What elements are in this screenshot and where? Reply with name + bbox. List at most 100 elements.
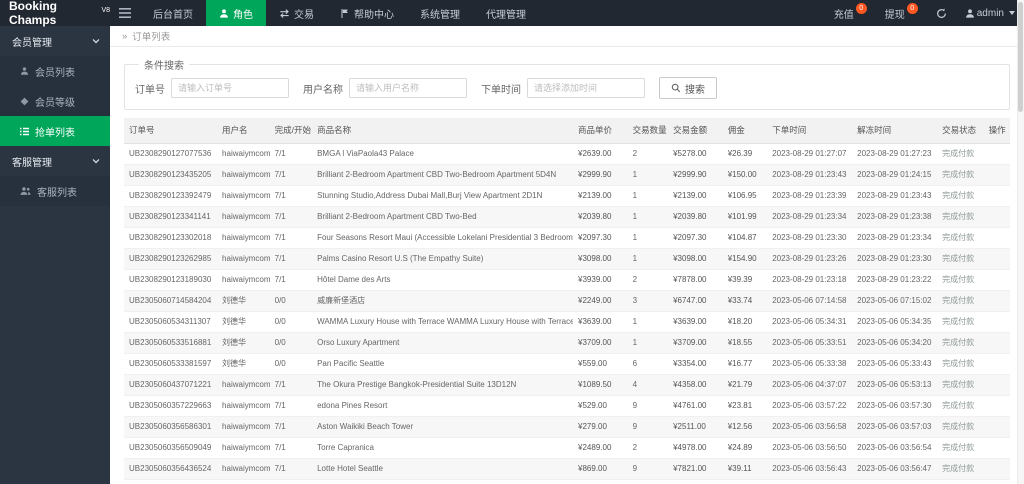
- flag-icon: [340, 8, 350, 19]
- cell-unit-price: ¥2097.30: [573, 227, 628, 249]
- cell-unit-price: ¥559.00: [573, 353, 628, 375]
- col-header-progress: 完成/开始: [269, 118, 313, 144]
- cell-product-name: Palms Casino Resort U.S (The Empathy Sui…: [312, 248, 574, 270]
- cell-progress: 7/1: [269, 374, 313, 396]
- refresh-button[interactable]: [927, 0, 956, 26]
- table-row: UB2308290123392479 haiwaiymcom 7/1 Stunn…: [124, 185, 1010, 207]
- cell-amount: ¥2999.90: [668, 164, 723, 186]
- main-content: » 订单列表 条件搜索 订单号 用户名称 下单时间 搜索: [110, 26, 1024, 484]
- cell-product-name: edona Pines Resort: [312, 395, 574, 417]
- cell-quantity: 1: [627, 206, 669, 228]
- cell-unit-price: ¥2139.00: [573, 185, 628, 207]
- hamburger-icon: [119, 8, 131, 18]
- cell-quantity: 2: [627, 269, 669, 291]
- table-row: UB2305060356586301 haiwaiymcom 7/1 Aston…: [124, 416, 1010, 438]
- cell-commission: ¥16.77: [722, 353, 768, 375]
- cell-unfreeze-time: 2023-05-06 05:53:13: [852, 374, 938, 396]
- sidebar-item-service-list[interactable]: 客服列表: [0, 176, 110, 206]
- breadcrumb-arrow-icon: »: [122, 30, 128, 42]
- cell-status: 完成付款: [937, 248, 984, 270]
- cell-unfreeze-time: 2023-05-06 05:34:35: [852, 311, 938, 333]
- table-row: UB2308290127077536 haiwaiymcom 7/1 BMGA …: [124, 143, 1010, 165]
- cell-unit-price: ¥1089.50: [573, 374, 628, 396]
- withdraw-link[interactable]: 提现 0: [876, 0, 927, 26]
- cell-order-id: UB2305060534311307: [124, 311, 218, 333]
- cell-action: [983, 269, 1010, 291]
- cell-progress: 7/1: [269, 416, 313, 438]
- cell-action: [983, 164, 1010, 186]
- cell-product-name: Brilliant 2-Bedroom Apartment CBD Two-Be…: [312, 164, 574, 186]
- recharge-badge: 0: [855, 2, 867, 14]
- nav-item-agent[interactable]: 代理管理: [473, 0, 539, 26]
- cell-product-name: Pan Pacific Seattle: [312, 353, 574, 375]
- vertical-scrollbar[interactable]: [1017, 0, 1024, 484]
- cell-progress: 7/1: [269, 437, 313, 459]
- cell-unfreeze-time: 2023-08-29 01:23:30: [852, 248, 938, 270]
- breadcrumb: » 订单列表: [110, 26, 1024, 47]
- order-no-input[interactable]: [171, 78, 289, 98]
- nav-item-help-center[interactable]: 帮助中心: [327, 0, 407, 26]
- cell-order-id: UB2305060356586301: [124, 416, 218, 438]
- cell-commission: ¥23.81: [722, 395, 768, 417]
- cell-quantity: 1: [627, 311, 669, 333]
- sidebar-item-member-level[interactable]: 会员等级: [0, 86, 110, 116]
- scrollbar-thumb[interactable]: [1018, 2, 1023, 112]
- nav-item-roles[interactable]: 角色: [206, 0, 266, 26]
- sidebar-item-member-list[interactable]: 会员列表: [0, 56, 110, 86]
- sidebar-item-label: 客服列表: [37, 187, 77, 199]
- order-no-label: 订单号: [135, 84, 165, 96]
- table-row: UB2308290123435205 haiwaiymcom 7/1 Brill…: [124, 164, 1010, 186]
- nav-item-dashboard[interactable]: 后台首页: [140, 0, 206, 26]
- sidebar-toggle-button[interactable]: [110, 0, 140, 26]
- order-time-input[interactable]: [527, 78, 645, 98]
- search-panel: 条件搜索 订单号 用户名称 下单时间 搜索: [124, 57, 1010, 110]
- cell-username: 刘德华: [217, 332, 270, 354]
- brand-version: V8: [101, 6, 110, 14]
- col-header-quantity: 交易数量: [627, 118, 669, 144]
- sidebar-item-order-grab-list[interactable]: 抢单列表: [0, 116, 110, 146]
- cell-status: 完成付款: [937, 164, 984, 186]
- cell-product-name: Stunning Studio,Address Dubai Mall,Burj …: [312, 185, 574, 207]
- cell-username: haiwaiymcom: [217, 206, 270, 228]
- cell-action: [983, 416, 1010, 438]
- top-nav: 后台首页 角色 交易 帮助中心 系统管理 代理管理: [140, 0, 539, 26]
- cell-action: [983, 227, 1010, 249]
- top-bar: Booking Champs V8 后台首页 角色 交易 帮助中心 系统管理 代…: [0, 0, 1024, 27]
- cell-progress: 7/1: [269, 143, 313, 165]
- user-icon: [219, 8, 229, 19]
- cell-order-time: 2023-05-06 03:56:58: [767, 416, 853, 438]
- search-button[interactable]: 搜索: [659, 77, 717, 99]
- sidebar-group-member-management[interactable]: 会员管理: [0, 26, 110, 56]
- cell-amount: ¥3639.00: [668, 311, 723, 333]
- cell-username: 刘德华: [217, 290, 270, 312]
- recharge-link[interactable]: 充值 0: [825, 0, 876, 26]
- cell-commission: ¥39.39: [722, 269, 768, 291]
- cell-username: 刘德华: [217, 311, 270, 333]
- cell-quantity: 1: [627, 248, 669, 270]
- cell-status: 完成付款: [937, 353, 984, 375]
- withdraw-label: 提现: [884, 9, 905, 21]
- username-input[interactable]: [349, 78, 467, 98]
- cell-action: [983, 206, 1010, 228]
- orders-table: 订单号 用户名 完成/开始 商品名称 商品单价 交易数量 交易金额 佣金 下单时…: [124, 118, 1010, 480]
- nav-item-trade[interactable]: 交易: [266, 0, 327, 26]
- cell-username: haiwaiymcom: [217, 416, 270, 438]
- col-header-order-time: 下单时间: [767, 118, 853, 144]
- cell-amount: ¥7878.00: [668, 269, 723, 291]
- cell-order-id: UB2305060714584204: [124, 290, 218, 312]
- table-row: UB2308290123262985 haiwaiymcom 7/1 Palms…: [124, 248, 1010, 270]
- cell-unit-price: ¥3098.00: [573, 248, 628, 270]
- cell-action: [983, 143, 1010, 165]
- nav-item-system[interactable]: 系统管理: [407, 0, 473, 26]
- cell-status: 完成付款: [937, 374, 984, 396]
- cell-commission: ¥106.95: [722, 185, 768, 207]
- cell-amount: ¥6747.00: [668, 290, 723, 312]
- cell-unit-price: ¥3709.00: [573, 332, 628, 354]
- admin-menu[interactable]: admin: [956, 0, 1024, 26]
- cell-order-id: UB2305060533381597: [124, 353, 218, 375]
- cell-order-time: 2023-05-06 03:57:22: [767, 395, 853, 417]
- col-header-unit-price: 商品单价: [573, 118, 628, 144]
- col-header-action: 操作: [983, 118, 1010, 144]
- cell-status: 完成付款: [937, 416, 984, 438]
- sidebar-group-service-management[interactable]: 客服管理: [0, 146, 110, 176]
